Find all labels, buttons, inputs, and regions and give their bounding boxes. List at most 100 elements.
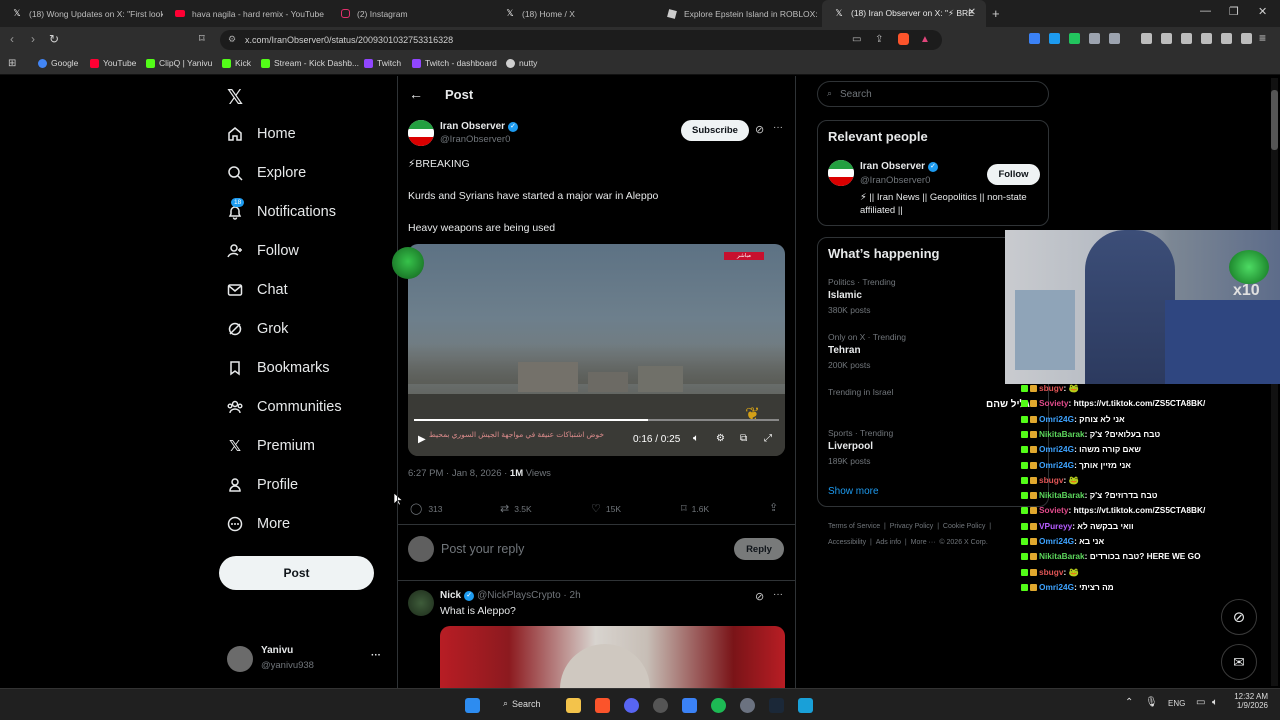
network-icon[interactable]: ▭ bbox=[1196, 697, 1205, 708]
clock[interactable]: 12:32 AM 1/9/2026 bbox=[1233, 692, 1268, 710]
extension-icon[interactable] bbox=[1069, 33, 1080, 44]
tray-chevron-icon[interactable]: ⌃ bbox=[1125, 697, 1133, 708]
more-options-icon[interactable]: ··· bbox=[773, 589, 783, 600]
sidebar-item-chat[interactable]: Chat bbox=[226, 281, 288, 299]
new-tab-button[interactable]: + bbox=[992, 6, 1000, 21]
more-options-icon[interactable]: ··· bbox=[773, 122, 783, 133]
back-icon[interactable]: ‹ bbox=[10, 32, 14, 46]
browser-tab[interactable]: 𝕏 (18) Wong Updates on X: "First look bbox=[0, 0, 163, 27]
apps-grid-icon[interactable]: ⊞ bbox=[8, 58, 16, 69]
video-progress-track[interactable] bbox=[414, 419, 779, 421]
share-icon[interactable]: ⇪ bbox=[875, 34, 883, 45]
downloads-icon[interactable] bbox=[1141, 33, 1152, 44]
browser-tab[interactable]: hava nagila - hard remix - YouTube bbox=[163, 0, 328, 27]
file-explorer-icon[interactable] bbox=[566, 698, 581, 713]
reply-button[interactable]: Reply bbox=[734, 538, 784, 560]
footer-link[interactable]: Privacy Policy bbox=[890, 523, 934, 530]
bookmark-item[interactable]: YouTube bbox=[90, 58, 136, 68]
sidebar-item-notifications[interactable]: 18 Notifications bbox=[226, 198, 336, 221]
volume-icon[interactable]: 🔈︎ bbox=[693, 433, 699, 444]
extension-icon[interactable] bbox=[1049, 33, 1060, 44]
author-handle[interactable]: @IranObserver0 bbox=[440, 134, 510, 145]
avatar[interactable] bbox=[227, 646, 253, 672]
close-window-icon[interactable]: ✕ bbox=[1258, 5, 1267, 18]
browser-tab[interactable]: 𝕏 (18) Home / X bbox=[493, 0, 655, 27]
language-indicator[interactable]: ENG bbox=[1168, 699, 1185, 708]
account-menu-button[interactable]: ··· bbox=[371, 650, 381, 661]
bookmark-action[interactable]: ⌑ 1.6K bbox=[681, 502, 709, 515]
sidebar-item-communities[interactable]: Communities bbox=[226, 398, 342, 416]
reply-media-image[interactable] bbox=[440, 626, 785, 688]
follow-button[interactable]: Follow bbox=[987, 164, 1040, 185]
sidebar-item-explore[interactable]: Explore bbox=[226, 164, 306, 182]
person-avatar[interactable] bbox=[828, 160, 854, 186]
scrollbar-thumb[interactable] bbox=[1271, 90, 1278, 150]
leo-ai-icon[interactable] bbox=[1221, 33, 1232, 44]
play-icon[interactable]: ▶ bbox=[418, 434, 426, 445]
taskbar-search[interactable]: ⌕ Search bbox=[503, 698, 541, 709]
reply-author-name[interactable]: Nick bbox=[440, 590, 461, 601]
footer-link[interactable]: More ··· bbox=[911, 539, 936, 546]
brave-browser-icon[interactable] bbox=[595, 698, 610, 713]
app-icon[interactable] bbox=[653, 698, 668, 713]
back-arrow-icon[interactable]: ← bbox=[409, 86, 423, 102]
messages-fab-icon[interactable]: ✉ bbox=[1221, 644, 1257, 680]
trend-name[interactable]: Tehran bbox=[828, 345, 861, 356]
sidebar-item-profile[interactable]: Profile bbox=[226, 476, 298, 494]
extension-icon[interactable] bbox=[1029, 33, 1040, 44]
microphone-icon[interactable]: 🎙︎ bbox=[1145, 697, 1158, 708]
discord-icon[interactable] bbox=[624, 698, 639, 713]
forward-icon[interactable]: › bbox=[31, 32, 35, 46]
grok-fab-icon[interactable]: ⊘ bbox=[1221, 599, 1257, 635]
close-tab-icon[interactable]: ✕ bbox=[968, 7, 976, 18]
sidebar-item-follow[interactable]: Follow bbox=[226, 242, 299, 260]
brave-rewards-icon[interactable]: ▲ bbox=[920, 34, 930, 45]
grok-icon[interactable]: ⊘ bbox=[755, 590, 764, 603]
reply-author-avatar[interactable] bbox=[408, 590, 434, 616]
footer-link[interactable]: Ads info bbox=[876, 539, 901, 546]
browser-tab[interactable]: (2) Instagram bbox=[328, 0, 493, 27]
pip-icon[interactable]: ⧉ bbox=[740, 433, 747, 444]
sidebar-item-more[interactable]: More bbox=[226, 515, 290, 533]
brave-shields-icon[interactable] bbox=[898, 33, 909, 45]
bookmark-item[interactable]: Google bbox=[38, 58, 78, 68]
vpn-icon[interactable] bbox=[1241, 33, 1252, 44]
cast-icon[interactable]: ▭ bbox=[852, 34, 861, 45]
app-icon[interactable] bbox=[682, 698, 697, 713]
person-name[interactable]: Iran Observer ✓ bbox=[860, 161, 939, 172]
volume-icon[interactable]: 🔈︎ bbox=[1212, 697, 1218, 708]
reload-icon[interactable]: ↻ bbox=[49, 32, 59, 46]
sidebar-item-bookmarks[interactable]: Bookmarks bbox=[226, 359, 330, 377]
post-button[interactable]: Post bbox=[219, 556, 374, 590]
bookmark-item[interactable]: ClipQ | Yanivu bbox=[146, 58, 212, 68]
bookmark-item[interactable]: nutty bbox=[506, 58, 537, 68]
url-bar[interactable]: ⚙ x.com/IranObserver0/status/20093010327… bbox=[220, 30, 942, 50]
like-action[interactable]: ♡ 15K bbox=[591, 502, 621, 515]
menu-icon[interactable]: ≡ bbox=[1259, 31, 1266, 45]
trend-name[interactable]: Islamic bbox=[828, 290, 862, 301]
video-player[interactable]: مباشر ❦ خوض اشتباكات عنيفة في مواجهة الج… bbox=[408, 244, 785, 456]
settings-gear-icon[interactable]: ⚙ bbox=[716, 433, 725, 444]
minimize-icon[interactable]: — bbox=[1200, 5, 1211, 17]
fullscreen-icon[interactable]: ⤢ bbox=[764, 433, 772, 444]
bookmark-page-icon[interactable]: ⌑ bbox=[199, 32, 205, 45]
sidebar-item-premium[interactable]: 𝕏 Premium bbox=[226, 437, 315, 455]
x-logo-icon[interactable]: 𝕏 bbox=[227, 85, 243, 110]
sidebar-item-grok[interactable]: Grok bbox=[226, 320, 288, 338]
browser-tab[interactable]: Explore Epstein Island in ROBLOX: Ca bbox=[655, 0, 820, 27]
bookmark-item[interactable]: Kick bbox=[222, 58, 251, 68]
reply-action[interactable]: ◯ 313 bbox=[410, 502, 443, 515]
wallet-icon[interactable] bbox=[1201, 33, 1212, 44]
subscribe-button[interactable]: Subscribe bbox=[681, 120, 749, 141]
trend-name[interactable]: Liverpool bbox=[828, 441, 873, 452]
reply-author-handle[interactable]: @NickPlaysCrypto bbox=[477, 590, 561, 601]
grok-icon[interactable]: ⊘ bbox=[755, 123, 764, 136]
spotify-icon[interactable] bbox=[711, 698, 726, 713]
sidebar-item-home[interactable]: Home bbox=[226, 125, 296, 143]
site-info-icon[interactable]: ⚙ bbox=[228, 34, 236, 45]
windows-start-icon[interactable] bbox=[465, 698, 480, 713]
extensions-puzzle-icon[interactable] bbox=[1089, 33, 1100, 44]
author-avatar[interactable] bbox=[408, 120, 434, 146]
reply-input[interactable]: Post your reply bbox=[441, 542, 524, 556]
app-icon[interactable] bbox=[740, 698, 755, 713]
